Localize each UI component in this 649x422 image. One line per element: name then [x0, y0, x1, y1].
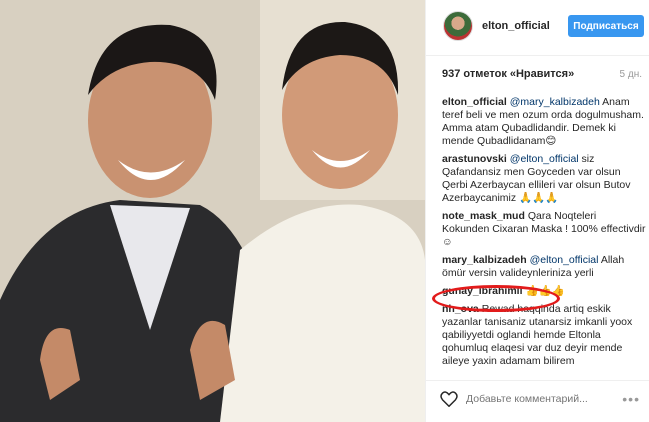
- post-side-panel: elton_official Подписаться 937 отметок «…: [425, 0, 649, 422]
- post-footer: •••: [426, 380, 649, 422]
- follow-button[interactable]: Подписаться: [568, 15, 644, 37]
- likes-count[interactable]: 937 отметок «Нравится»: [442, 68, 574, 80]
- comment-author[interactable]: mary_kalbizadeh: [442, 254, 527, 266]
- comment-input[interactable]: [466, 390, 616, 408]
- post-username[interactable]: elton_official: [482, 20, 550, 32]
- post-header: elton_official Подписаться: [426, 0, 649, 56]
- more-options-icon[interactable]: •••: [622, 391, 640, 407]
- comment-mention[interactable]: @elton_official: [510, 153, 579, 165]
- avatar[interactable]: [443, 11, 473, 41]
- comment-author[interactable]: arastunovski: [442, 153, 507, 165]
- comment-mention[interactable]: @elton_official: [530, 254, 599, 266]
- comment-author[interactable]: note_mask_mud: [442, 210, 525, 222]
- comment-item: mary_kalbizadeh @elton_official Allah ömü…: [442, 254, 646, 280]
- comment-item: note_mask_mud Qara Noqteleri Kokunden Cix…: [442, 210, 646, 249]
- photo-illustration: [0, 0, 425, 422]
- comment-item: elton_official @mary_kalbizadeh Anam tere…: [442, 96, 646, 148]
- likes-row: 937 отметок «Нравится» 5 дн.: [426, 62, 649, 82]
- heart-icon[interactable]: [440, 391, 458, 407]
- comments-list: elton_official @mary_kalbizadeh Anam tere…: [442, 96, 646, 373]
- comment-mention[interactable]: @mary_kalbizadeh: [510, 96, 600, 108]
- comment-item: nh_ova Rewad haqqinda artiq eskik yazanla…: [442, 303, 646, 368]
- comment-author[interactable]: elton_official: [442, 96, 507, 108]
- comment-item: arastunovski @elton_official siz Qafandan…: [442, 153, 646, 205]
- post-age[interactable]: 5 дн.: [620, 69, 642, 80]
- highlight-ring: [432, 285, 560, 312]
- post-photo[interactable]: [0, 0, 425, 422]
